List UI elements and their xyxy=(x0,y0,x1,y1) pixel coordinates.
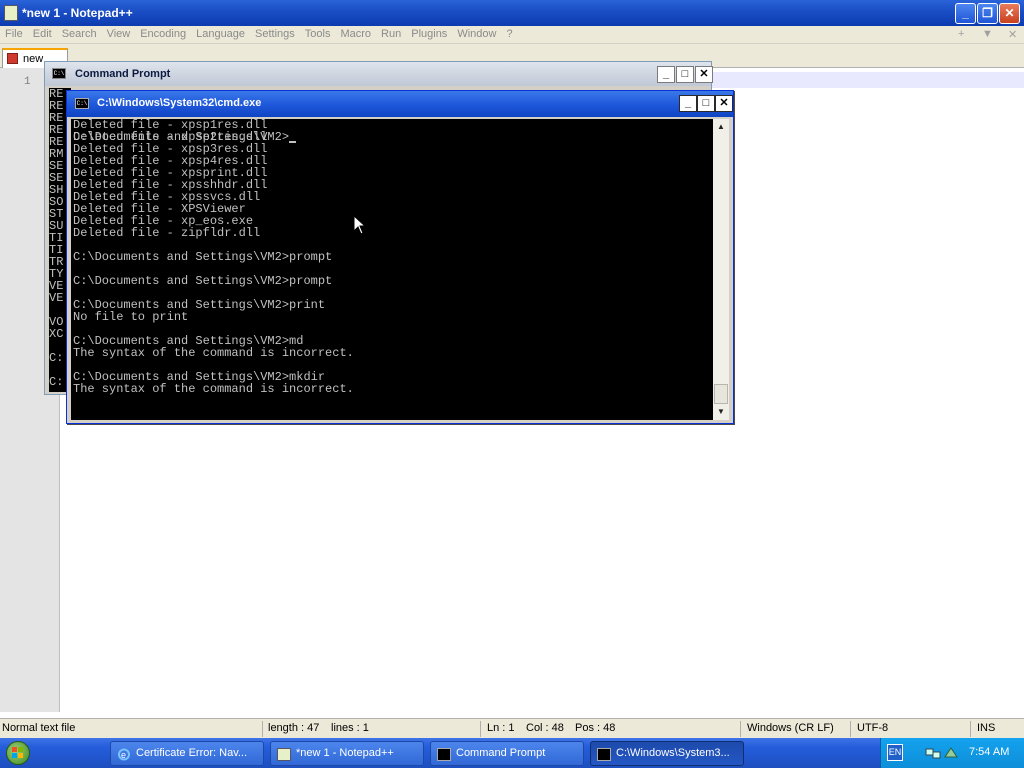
status-encoding: UTF-8 xyxy=(857,722,889,734)
close-button[interactable]: ✕ xyxy=(999,3,1020,24)
maximize-button[interactable]: □ xyxy=(676,66,694,83)
notepadpp-titlebar[interactable]: *new 1 - Notepad++ _ ❐ ✕ xyxy=(0,0,1024,26)
menu-settings[interactable]: Settings xyxy=(250,26,300,40)
taskbar-button-command-prompt[interactable]: Command Prompt xyxy=(430,741,584,766)
console-line: C:\Documents and Settings\VM2>prompt xyxy=(73,250,333,264)
console-line: Deleted file - zipfldr.dll xyxy=(73,226,261,240)
mouse-pointer-icon xyxy=(354,216,366,235)
close-button[interactable]: ✕ xyxy=(715,95,733,112)
close-button[interactable]: ✕ xyxy=(695,66,713,83)
status-separator xyxy=(480,721,481,737)
system-tray: EN 7:54 AM xyxy=(880,738,1024,768)
ie-icon: e xyxy=(118,748,130,761)
status-insert-mode: INS xyxy=(977,722,996,734)
start-button[interactable] xyxy=(0,738,100,768)
windows-logo-icon xyxy=(6,741,30,765)
network-icon[interactable] xyxy=(925,745,941,761)
console-line: The syntax of the command is incorrect. xyxy=(73,382,354,396)
menu-language[interactable]: Language xyxy=(191,26,250,40)
prompt-text: C:\Documents and Settings\VM2> xyxy=(73,130,290,144)
menu-view[interactable]: View xyxy=(102,26,136,40)
cmd-icon: C:\ xyxy=(52,68,66,79)
status-separator xyxy=(970,721,971,737)
minimize-button[interactable]: _ xyxy=(657,66,675,83)
notepad-icon xyxy=(277,748,291,761)
menu-run[interactable]: Run xyxy=(376,26,406,40)
taskbar-label: *new 1 - Notepad++ xyxy=(296,747,394,759)
console-line: No file to print xyxy=(73,310,189,324)
tab-list-dropdown-icon[interactable]: ▼ xyxy=(982,28,993,40)
cmd-exe-window[interactable]: C:\ C:\Windows\System32\cmd.exe _ □ ✕ De… xyxy=(66,90,734,424)
status-separator xyxy=(850,721,851,737)
scroll-down-icon[interactable]: ▼ xyxy=(713,404,729,420)
minimize-button[interactable]: _ xyxy=(679,95,697,112)
status-col: Col : 48 xyxy=(526,722,564,734)
command-prompt-titlebar[interactable]: C:\ Command Prompt _ □ ✕ xyxy=(45,62,713,86)
status-length: length : 47 xyxy=(268,722,320,734)
maximize-button[interactable]: □ xyxy=(697,95,715,112)
close-doc-icon[interactable]: ✕ xyxy=(1008,28,1017,41)
restore-button[interactable]: ❐ xyxy=(977,3,998,24)
scroll-thumb[interactable] xyxy=(714,384,728,404)
status-file-type: Normal text file xyxy=(2,722,76,734)
status-eol: Windows (CR LF) xyxy=(747,722,834,734)
taskbar-button-notepadpp[interactable]: *new 1 - Notepad++ xyxy=(270,741,424,766)
console-line: The syntax of the command is incorrect. xyxy=(73,346,354,360)
language-indicator[interactable]: EN xyxy=(887,744,903,761)
text-cursor xyxy=(289,141,297,143)
cmd-icon xyxy=(437,748,451,761)
menu-plugins[interactable]: Plugins xyxy=(406,26,452,40)
status-lines: lines : 1 xyxy=(331,722,369,734)
prompt-line[interactable]: C:\Documents and Settings\VM2> xyxy=(73,131,713,143)
menu-encoding[interactable]: Encoding xyxy=(135,26,191,40)
tab-label: new xyxy=(23,53,44,65)
notepad-app-icon xyxy=(4,5,18,21)
taskbar-label: Certificate Error: Nav... xyxy=(136,747,248,759)
unsaved-file-icon xyxy=(7,53,18,64)
taskbar-label: C:\Windows\System3... xyxy=(616,747,730,759)
new-tab-plus-icon[interactable]: + xyxy=(958,28,964,40)
menu-search[interactable]: Search xyxy=(57,26,102,40)
cmd-icon: C:\ xyxy=(75,98,89,109)
safely-remove-icon[interactable] xyxy=(943,745,959,761)
cmd-console[interactable]: Deleted file - xpsp1res.dll Deleted file … xyxy=(71,119,713,420)
command-prompt-title: Command Prompt xyxy=(75,68,171,80)
taskbar-label: Command Prompt xyxy=(456,747,546,759)
menu-window[interactable]: Window xyxy=(452,26,501,40)
status-separator xyxy=(262,721,263,737)
menu-file[interactable]: File xyxy=(0,26,28,40)
menu-tools[interactable]: Tools xyxy=(300,26,336,40)
menu-edit[interactable]: Edit xyxy=(28,26,57,40)
menu-help[interactable]: ? xyxy=(501,26,517,40)
menu-bar: File Edit Search View Encoding Language Settin… xyxy=(0,26,1024,44)
cmd-exe-titlebar[interactable]: C:\ C:\Windows\System32\cmd.exe _ □ ✕ xyxy=(67,91,733,117)
line-number: 1 xyxy=(24,76,31,88)
scroll-up-icon[interactable]: ▲ xyxy=(713,119,729,135)
cmd-exe-title: C:\Windows\System32\cmd.exe xyxy=(97,97,262,109)
clock[interactable]: 7:54 AM xyxy=(969,746,1009,758)
vertical-scrollbar[interactable]: ▲ ▼ xyxy=(713,119,729,420)
status-ln: Ln : 1 xyxy=(487,722,515,734)
status-pos: Pos : 48 xyxy=(575,722,616,734)
svg-text:e: e xyxy=(121,750,126,760)
window-title: *new 1 - Notepad++ xyxy=(22,6,133,20)
minimize-button[interactable]: _ xyxy=(955,3,976,24)
taskbar-button-ie[interactable]: e Certificate Error: Nav... xyxy=(110,741,264,766)
cmd-icon xyxy=(597,748,611,761)
taskbar: e Certificate Error: Nav... *new 1 - Not… xyxy=(0,738,1024,768)
menu-macro[interactable]: Macro xyxy=(335,26,376,40)
console-line: C:\Documents and Settings\VM2>prompt xyxy=(73,274,333,288)
status-bar: Normal text file length : 47 lines : 1 L… xyxy=(0,718,1024,738)
status-separator xyxy=(740,721,741,737)
taskbar-button-cmd-exe[interactable]: C:\Windows\System3... xyxy=(590,741,744,766)
